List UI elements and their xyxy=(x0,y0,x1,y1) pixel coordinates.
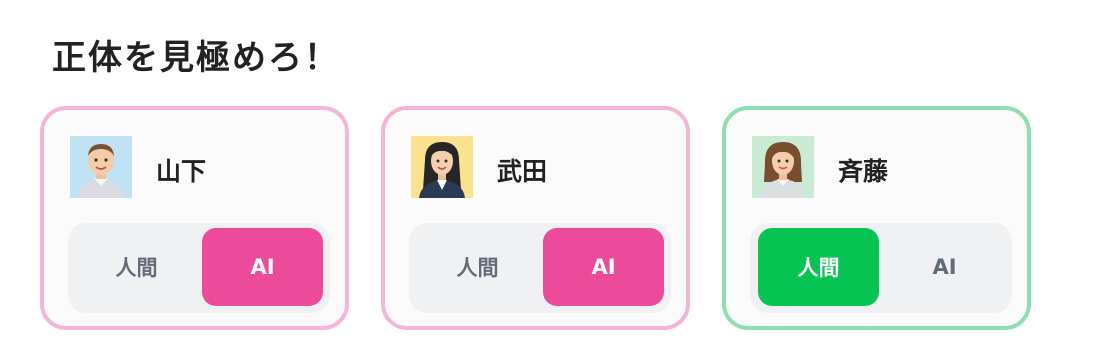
ai-option-button[interactable]: AI xyxy=(543,228,664,306)
page-title: 正体を見極めろ！ xyxy=(52,38,340,78)
human-option-button[interactable]: 人間 xyxy=(758,228,879,306)
player-name: 山下 xyxy=(156,157,207,186)
human-ai-toggle: 人間 AI xyxy=(409,223,671,313)
female-avatar-icon xyxy=(411,136,473,198)
human-option-button[interactable]: 人間 xyxy=(76,228,197,306)
human-option-button[interactable]: 人間 xyxy=(417,228,538,306)
player-name: 武田 xyxy=(497,157,548,186)
female-avatar-icon xyxy=(752,136,814,198)
player-card-saito: 斉藤 人間 AI xyxy=(722,106,1031,330)
human-ai-toggle: 人間 AI xyxy=(750,223,1012,313)
human-ai-toggle: 人間 AI xyxy=(68,223,330,313)
player-card-yamashita: 山下 人間 AI xyxy=(40,106,349,330)
male-avatar-icon xyxy=(70,136,132,198)
ai-option-button[interactable]: AI xyxy=(202,228,323,306)
player-card-takeda: 武田 人間 AI xyxy=(381,106,690,330)
ai-option-button[interactable]: AI xyxy=(884,228,1005,306)
player-name: 斉藤 xyxy=(838,157,889,186)
